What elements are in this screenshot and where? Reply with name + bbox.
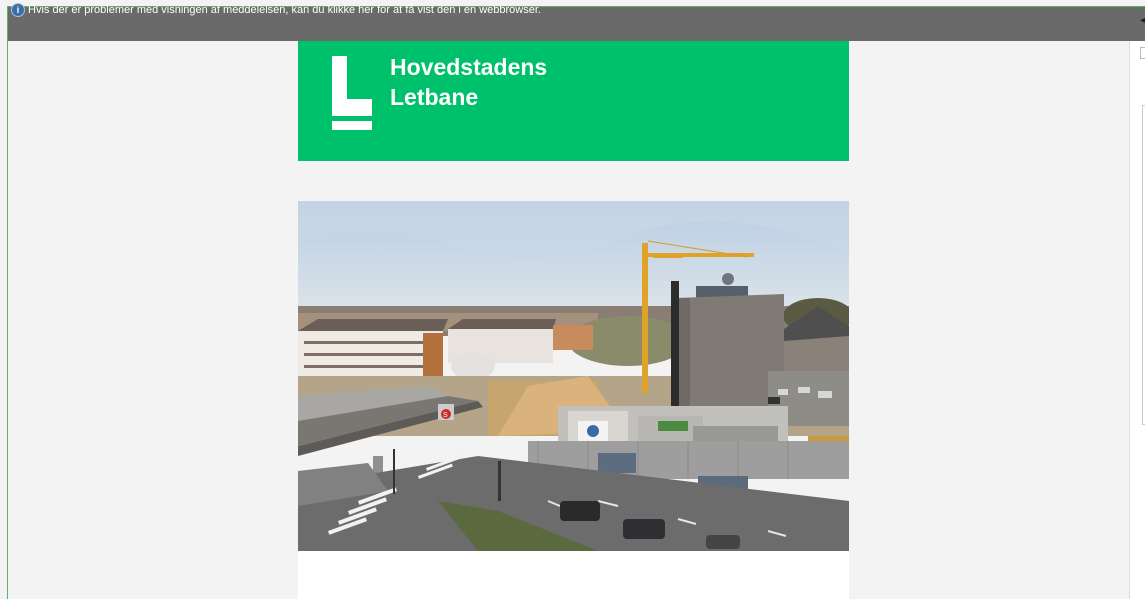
arrow-left-icon: ◂ [1139, 15, 1145, 26]
newsletter-header: Hovedstadens Letbane [298, 41, 849, 161]
info-bar-message[interactable]: Hvis der er problemer med visningen af m… [28, 4, 541, 16]
logo-line-2: Letbane [390, 84, 479, 110]
newsletter-content-area [298, 551, 849, 599]
info-bar[interactable]: i Hvis der er problemer med visningen af… [8, 3, 1145, 41]
info-icon: i [11, 3, 25, 17]
letbane-logo-icon [332, 56, 374, 131]
logo-line-1: Hovedstadens [390, 54, 548, 80]
reading-pane-edge [1129, 41, 1145, 599]
edge-tab [1140, 47, 1145, 59]
svg-text:S: S [443, 412, 448, 419]
construction-site-photo[interactable]: S [298, 201, 849, 551]
window-frame-left [7, 6, 8, 599]
logo-text: Hovedstadens Letbane [390, 52, 547, 112]
